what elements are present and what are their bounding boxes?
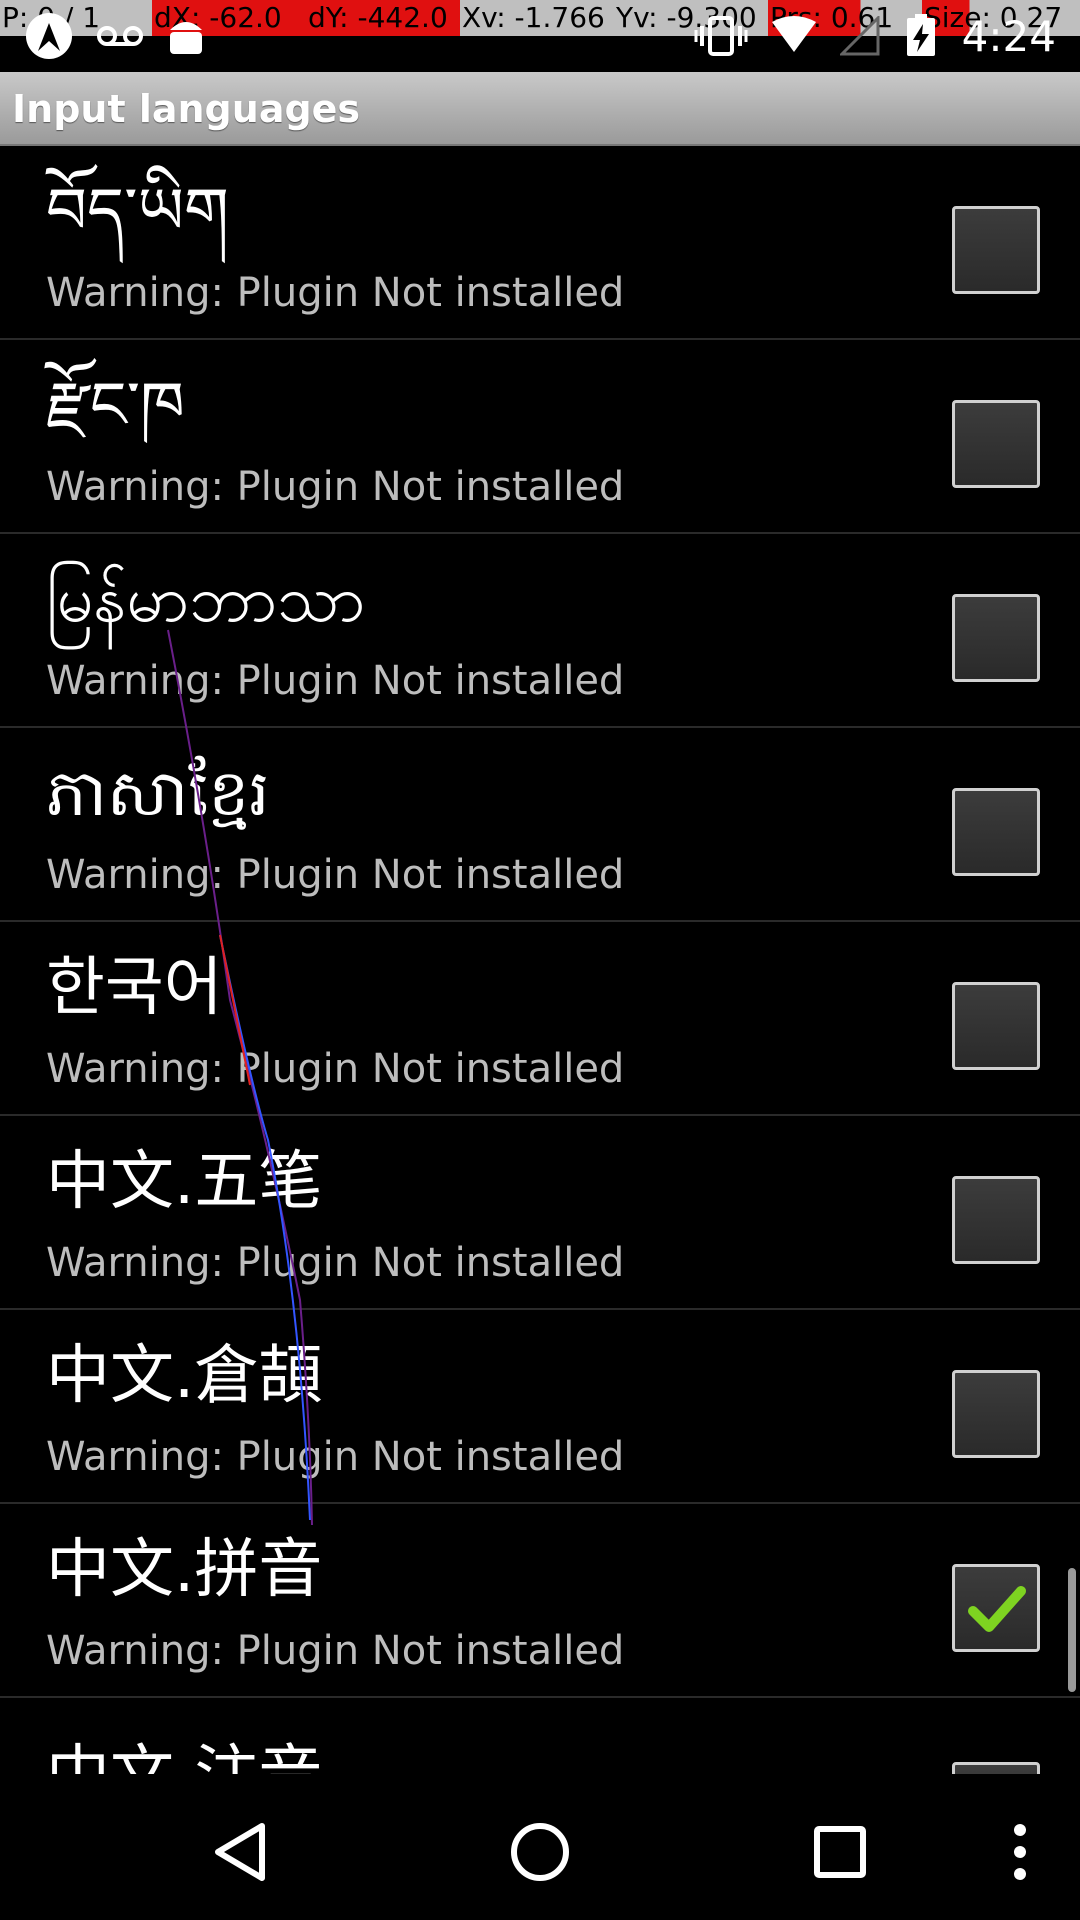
voicemail-icon — [97, 26, 143, 46]
language-title: བོད་ཡིག — [46, 175, 229, 249]
back-icon — [215, 1823, 265, 1881]
title-bar: Input languages — [0, 72, 1080, 146]
home-icon — [511, 1823, 569, 1881]
overflow-menu-icon — [1014, 1824, 1026, 1880]
scrollbar[interactable] — [1068, 1568, 1076, 1692]
language-checkbox[interactable] — [952, 1370, 1040, 1458]
debug-xv: Xv: -1.766 — [460, 0, 614, 36]
language-summary: Warning: Plugin Not installed — [46, 1628, 625, 1674]
page-title: Input languages — [12, 87, 361, 131]
status-icons-left — [24, 0, 206, 72]
android-icon — [170, 22, 202, 54]
checkmark-icon — [968, 1586, 1026, 1632]
language-title: 中文.注音 — [46, 1738, 322, 1774]
battery-charging-icon — [906, 14, 935, 56]
language-checkbox[interactable] — [952, 1176, 1040, 1264]
navigation-bar — [0, 1774, 1080, 1920]
wifi-icon — [771, 16, 816, 52]
language-summary: Warning: Plugin Not installed — [46, 1434, 625, 1480]
list-item[interactable]: བོད་ཡིག Warning: Plugin Not installed — [0, 146, 1080, 340]
list-item[interactable]: 中文.拼音 Warning: Plugin Not installed — [0, 1504, 1080, 1698]
pointer-app-icon — [26, 13, 72, 59]
language-checkbox[interactable] — [952, 1762, 1040, 1774]
language-summary: Warning: Plugin Not installed — [46, 658, 625, 704]
list-item[interactable]: 中文.注音 — [0, 1698, 1080, 1774]
language-list[interactable]: བོད་ཡིག Warning: Plugin Not installed རྫ… — [0, 146, 1080, 1774]
language-title: 中文.倉頡 — [46, 1339, 323, 1413]
language-summary: Warning: Plugin Not installed — [46, 1046, 625, 1092]
list-item[interactable]: ភាសាខ្មែរ Warning: Plugin Not installed — [0, 728, 1080, 922]
language-checkbox[interactable] — [952, 400, 1040, 488]
language-checkbox[interactable] — [952, 982, 1040, 1070]
language-title: 中文.拼音 — [46, 1533, 323, 1607]
language-title: ភាសាខ្មែរ — [46, 757, 270, 831]
recents-button[interactable] — [790, 1802, 890, 1902]
signal-icon — [839, 16, 880, 56]
list-item[interactable]: မြန်မာဘာသာ Warning: Plugin Not installed — [0, 534, 1080, 728]
language-checkbox-checked[interactable] — [952, 1564, 1040, 1652]
recents-icon — [814, 1826, 866, 1878]
status-icons-right: 4:24 — [694, 0, 1056, 72]
language-summary: Warning: Plugin Not installed — [46, 464, 625, 510]
language-title: རྫོང་ཁ — [46, 369, 185, 443]
language-title: 한국어 — [46, 951, 223, 1025]
language-title: မြန်မာဘာသာ — [46, 563, 366, 637]
language-title: 中文.五笔 — [46, 1145, 323, 1219]
language-summary: Warning: Plugin Not installed — [46, 1240, 625, 1286]
overflow-menu-button[interactable] — [970, 1802, 1070, 1902]
list-item[interactable]: 中文.倉頡 Warning: Plugin Not installed — [0, 1310, 1080, 1504]
language-checkbox[interactable] — [952, 206, 1040, 294]
vibrate-icon — [694, 16, 748, 56]
list-item[interactable]: 한국어 Warning: Plugin Not installed — [0, 922, 1080, 1116]
list-item[interactable]: 中文.五笔 Warning: Plugin Not installed — [0, 1116, 1080, 1310]
debug-dy: dY: -442.0 — [306, 0, 460, 36]
language-checkbox[interactable] — [952, 594, 1040, 682]
home-button[interactable] — [490, 1802, 590, 1902]
back-button[interactable] — [190, 1802, 290, 1902]
language-summary: Warning: Plugin Not installed — [46, 270, 625, 316]
status-clock: 4:24 — [961, 11, 1056, 61]
language-checkbox[interactable] — [952, 788, 1040, 876]
list-item[interactable]: རྫོང་ཁ Warning: Plugin Not installed — [0, 340, 1080, 534]
language-summary: Warning: Plugin Not installed — [46, 852, 625, 898]
